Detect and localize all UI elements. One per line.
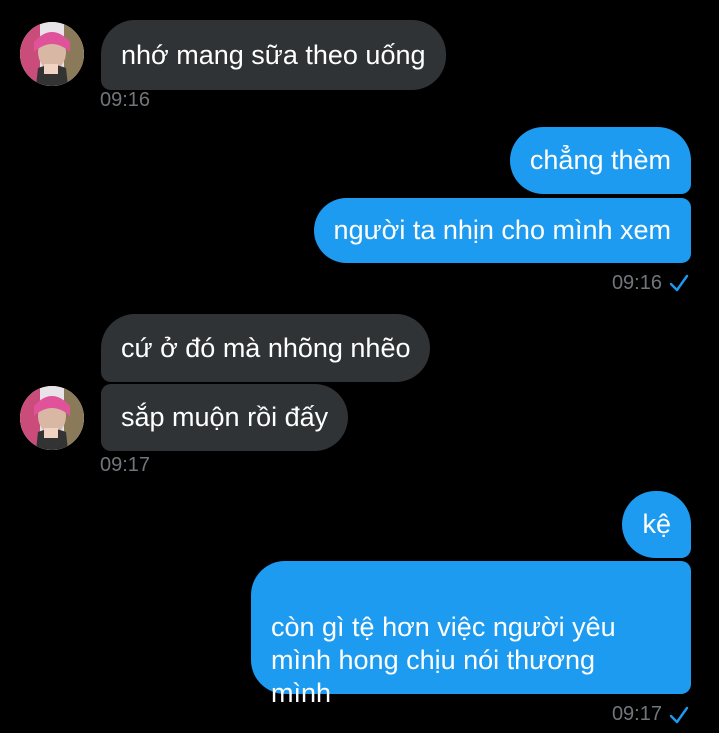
message-text: chẳng thèm <box>529 145 671 175</box>
message-bubble-outgoing[interactable]: kệ <box>622 491 691 558</box>
message-text: nhớ mang sữa theo uống <box>121 40 426 70</box>
message-bubble-incoming[interactable]: nhớ mang sữa theo uống <box>101 20 446 90</box>
message-bubble-outgoing[interactable]: chẳng thèm <box>509 127 691 194</box>
message-timestamp: 09:17 <box>100 454 151 476</box>
message-bubble-incoming[interactable]: sắp muộn rồi đấy <box>101 384 349 451</box>
message-timestamp: 09:17 <box>611 703 662 725</box>
message-timestamp: 09:16 <box>611 272 662 294</box>
message-timestamp: 09:16 <box>100 89 151 111</box>
message-text: kệ <box>642 509 671 539</box>
message-bubble-outgoing[interactable]: còn gì tệ hơn việc người yêu mình hong c… <box>251 561 691 708</box>
message-text: người ta nhịn cho mình xem <box>333 215 671 245</box>
avatar-image <box>20 22 84 86</box>
message-text: sắp muộn rồi đấy <box>121 402 329 432</box>
message-text: còn gì tệ hơn việc người yêu mình hong c… <box>271 612 616 708</box>
avatar-image <box>20 386 84 450</box>
message-bubble-outgoing[interactable]: người ta nhịn cho mình xem <box>313 198 691 263</box>
avatar[interactable] <box>20 22 84 86</box>
checkmark-icon <box>669 706 689 724</box>
avatar[interactable] <box>20 386 84 450</box>
message-bubble-incoming[interactable]: cứ ở đó mà nhõng nhẽo <box>101 314 431 382</box>
checkmark-icon <box>669 274 689 292</box>
message-text: cứ ở đó mà nhõng nhẽo <box>121 333 411 363</box>
